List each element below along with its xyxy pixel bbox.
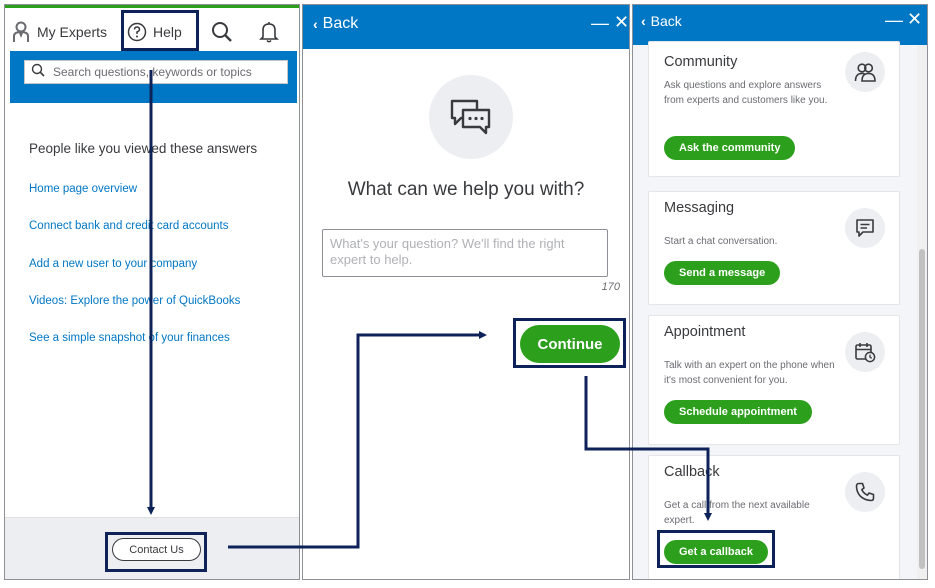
top-nav: My Experts Help bbox=[5, 11, 299, 53]
nav-help[interactable]: Help bbox=[127, 11, 182, 53]
card-title: Callback bbox=[664, 464, 720, 480]
nav-search[interactable] bbox=[211, 11, 233, 53]
people-icon bbox=[845, 52, 885, 92]
panel-header: ‹ Back — ✕ bbox=[633, 5, 927, 45]
panel-header: ‹ Back — ✕ bbox=[303, 5, 629, 49]
chat-bubbles-icon bbox=[429, 75, 513, 159]
help-question-title: What can we help you with? bbox=[347, 179, 585, 200]
card-description: Get a call from the next available exper… bbox=[664, 500, 810, 526]
search-icon bbox=[211, 21, 233, 43]
search-icon bbox=[31, 63, 45, 82]
card-title: Community bbox=[664, 54, 738, 70]
contact-us-button[interactable]: Contact Us bbox=[112, 538, 201, 561]
continue-button[interactable]: Continue bbox=[520, 325, 620, 363]
minimize-icon[interactable]: — bbox=[591, 13, 609, 34]
question-input[interactable] bbox=[322, 229, 608, 277]
person-icon bbox=[11, 21, 31, 43]
character-count: 170 bbox=[601, 281, 620, 293]
bell-icon bbox=[259, 21, 279, 43]
phone-icon bbox=[845, 472, 885, 512]
chevron-left-icon: ‹ bbox=[313, 16, 318, 32]
nav-notifications[interactable] bbox=[259, 11, 279, 53]
card-title: Appointment bbox=[664, 324, 746, 340]
search-bar-container bbox=[10, 51, 297, 103]
scrollbar[interactable] bbox=[917, 45, 927, 579]
card-description: Ask questions and explore answers from e… bbox=[664, 80, 828, 106]
search-box bbox=[24, 60, 288, 84]
answer-link[interactable]: Home page overview bbox=[29, 183, 137, 195]
back-button[interactable]: ‹ Back bbox=[313, 15, 358, 33]
chevron-left-icon: ‹ bbox=[641, 13, 646, 29]
answer-link[interactable]: Videos: Explore the power of QuickBooks bbox=[29, 295, 240, 307]
minimize-icon[interactable]: — bbox=[885, 10, 903, 31]
answer-link[interactable]: See a simple snapshot of your finances bbox=[29, 332, 230, 344]
options-list: Community Ask questions and explore answ… bbox=[633, 41, 927, 579]
nav-my-experts[interactable]: My Experts bbox=[11, 11, 107, 53]
card-title: Messaging bbox=[664, 200, 735, 216]
calendar-icon bbox=[845, 332, 885, 372]
community-card: Community Ask questions and explore answ… bbox=[648, 41, 900, 177]
chat-icon bbox=[845, 208, 885, 248]
answer-link[interactable]: Add a new user to your company bbox=[29, 258, 197, 270]
question-panel: ‹ Back — ✕ What can we help you with? 17… bbox=[302, 4, 630, 580]
scrollbar-thumb[interactable] bbox=[919, 249, 925, 569]
card-description: Talk with an expert on the phone when it… bbox=[664, 360, 835, 386]
nav-my-experts-label: My Experts bbox=[37, 24, 108, 40]
back-label: Back bbox=[650, 13, 682, 29]
close-icon[interactable]: ✕ bbox=[907, 9, 922, 30]
appointment-card: Appointment Talk with an expert on the p… bbox=[648, 315, 900, 445]
answers-heading: People like you viewed these answers bbox=[29, 141, 258, 156]
messaging-card: Messaging Start a chat conversation. Sen… bbox=[648, 191, 900, 305]
card-description: Start a chat conversation. bbox=[664, 236, 778, 247]
question-circle-icon bbox=[127, 22, 147, 42]
ask-community-button[interactable]: Ask the community bbox=[664, 136, 796, 160]
send-message-button[interactable]: Send a message bbox=[664, 261, 781, 285]
help-panel: My Experts Help People like you viewed bbox=[4, 4, 300, 580]
close-icon[interactable]: ✕ bbox=[614, 12, 629, 33]
back-button[interactable]: ‹ Back bbox=[641, 13, 682, 29]
search-input[interactable] bbox=[53, 65, 273, 79]
back-label: Back bbox=[322, 15, 359, 32]
schedule-appointment-button[interactable]: Schedule appointment bbox=[664, 400, 812, 424]
support-options-panel: ‹ Back — ✕ Community Ask questions and e… bbox=[632, 4, 928, 580]
nav-help-label: Help bbox=[153, 24, 182, 40]
answer-link[interactable]: Connect bank and credit card accounts bbox=[29, 220, 228, 232]
help-footer: Contact Us bbox=[5, 517, 299, 579]
callback-card: Callback Get a call from the next availa… bbox=[648, 455, 900, 579]
top-accent-line bbox=[5, 5, 299, 8]
get-callback-button[interactable]: Get a callback bbox=[664, 540, 768, 564]
